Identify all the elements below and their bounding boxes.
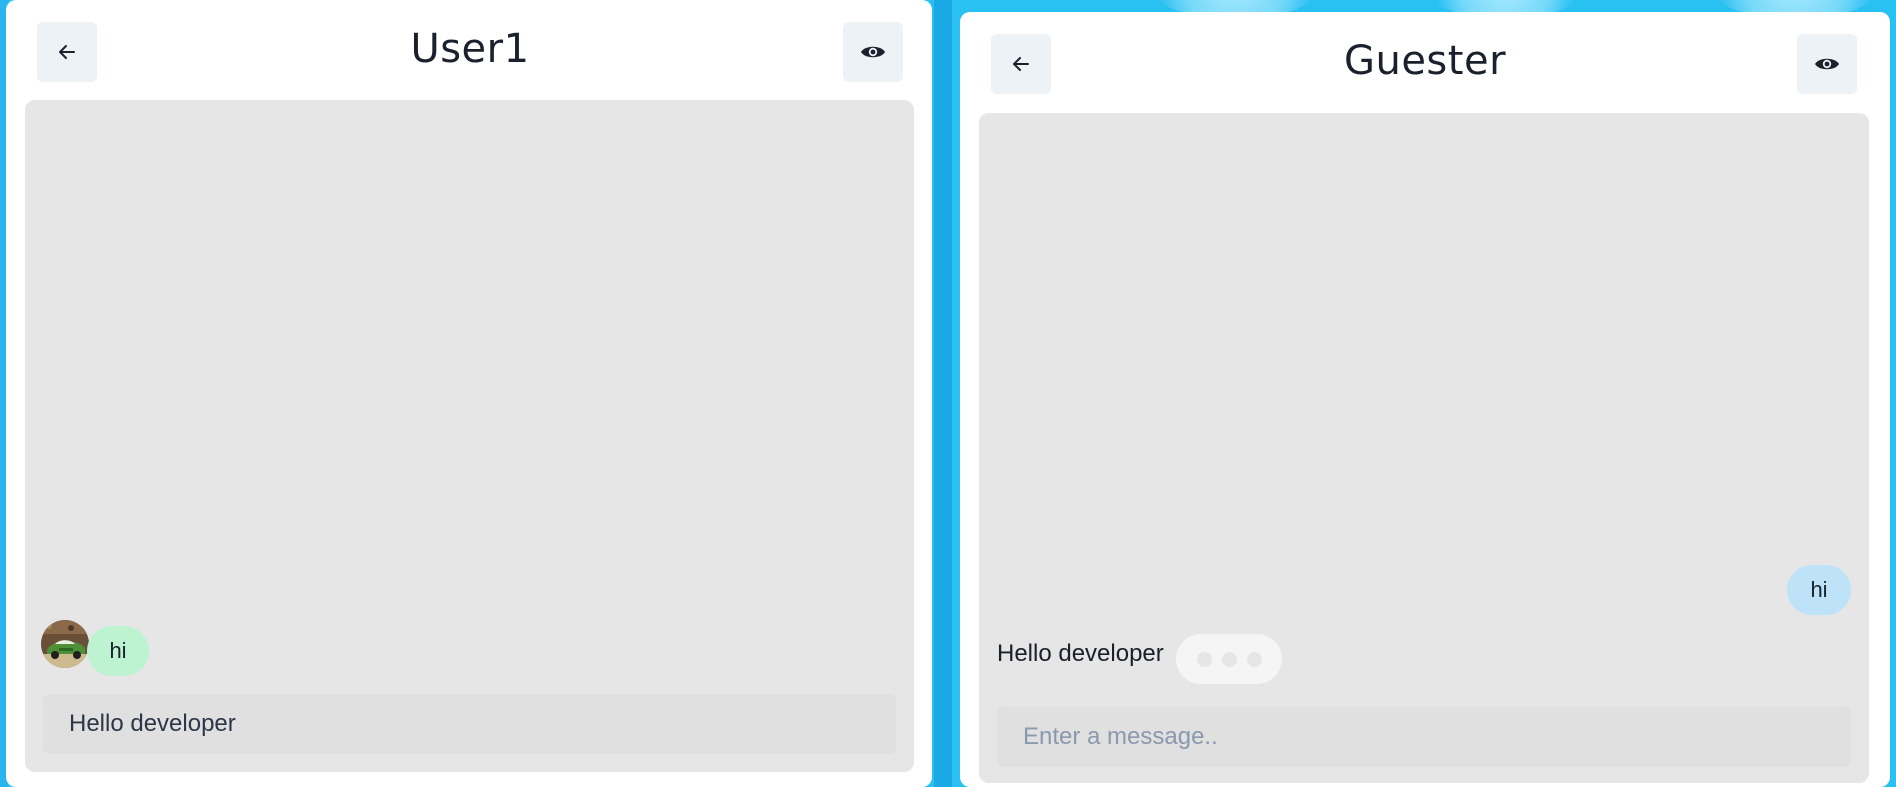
sender-avatar (41, 620, 89, 668)
typing-dot (1196, 651, 1212, 667)
chat-title: Guester (1343, 38, 1507, 84)
eye-icon (1815, 58, 1839, 70)
typing-preview-text: Hello developer (997, 640, 1164, 667)
eye-icon (861, 46, 885, 58)
avatar-car-image (41, 620, 89, 668)
message-input[interactable] (997, 707, 1851, 767)
chat-panel-user1: User1 hi (6, 0, 932, 787)
message-list[interactable]: hi Hello developer (979, 113, 1869, 783)
typing-dot (1246, 651, 1262, 667)
message-bubble-incoming: hi (87, 626, 149, 676)
view-profile-button[interactable] (1797, 34, 1857, 94)
background-divider (934, 0, 952, 787)
view-profile-button[interactable] (843, 22, 903, 82)
message-list[interactable]: hi (25, 100, 914, 772)
message-text: hi (109, 638, 127, 663)
typing-dot (1221, 651, 1237, 667)
typing-indicator (1176, 634, 1282, 684)
chat-title: User1 (410, 26, 530, 72)
message-input[interactable] (43, 694, 896, 754)
chat-panel-guester: Guester hi Hello developer (960, 12, 1890, 787)
arrow-left-icon (59, 45, 75, 59)
back-button[interactable] (37, 22, 97, 82)
arrow-left-icon (1013, 57, 1029, 71)
message-text: hi (1810, 577, 1828, 602)
back-button[interactable] (991, 34, 1051, 94)
message-bubble-outgoing: hi (1787, 565, 1851, 615)
